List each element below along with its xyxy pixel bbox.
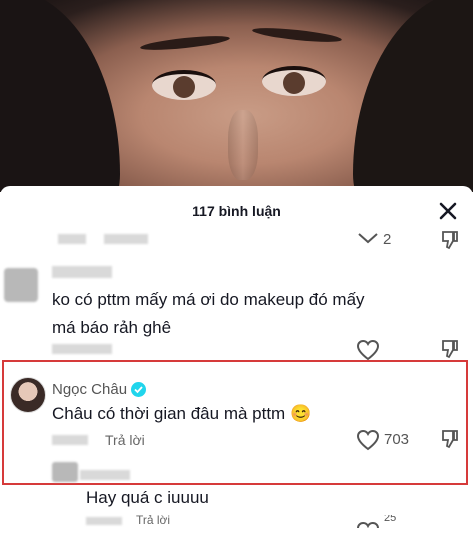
like-count: 2 — [383, 231, 392, 248]
video-nose — [228, 110, 258, 180]
like-count: 25 — [384, 515, 397, 521]
heart-icon — [356, 429, 380, 451]
like-button[interactable] — [356, 515, 380, 533]
dislike-button[interactable] — [440, 230, 460, 255]
dislike-icon — [442, 340, 458, 359]
avatar[interactable] — [10, 377, 46, 413]
close-button[interactable] — [435, 198, 461, 224]
close-icon — [439, 202, 457, 220]
video-eye-right — [262, 66, 326, 96]
verified-badge-icon — [131, 382, 146, 397]
blurred-text — [58, 234, 86, 244]
video-hair-left — [0, 0, 120, 192]
video-frame[interactable] — [0, 0, 473, 192]
comment-text: ko có pttm mấy má ơi do makeup đó mấy má… — [52, 290, 365, 337]
reply-button[interactable]: Trả lời — [105, 432, 145, 448]
video-brow-right — [251, 25, 343, 45]
heart-icon — [356, 339, 380, 361]
comment-text: Hay quá c iuuuu — [86, 488, 209, 507]
blurred-text — [52, 344, 112, 354]
comment-text: Châu có thời gian đâu mà pttm 😊 — [52, 404, 312, 423]
reply-button[interactable]: Trả lời — [136, 513, 170, 527]
like-count: 703 — [384, 431, 410, 448]
video-brow-left — [139, 33, 231, 53]
dislike-icon — [442, 231, 458, 250]
like-button[interactable] — [356, 429, 380, 456]
blurred-timestamp — [52, 435, 88, 445]
blurred-text — [104, 234, 148, 244]
avatar[interactable] — [52, 462, 78, 482]
blurred-username — [52, 266, 112, 278]
heart-icon — [357, 521, 379, 529]
comments-panel: 117 bình luận 2 ko có pttm mấy má ơi do … — [0, 186, 473, 529]
avatar[interactable] — [4, 268, 38, 302]
video-hair-right — [353, 0, 473, 192]
dislike-button[interactable] — [440, 429, 460, 454]
video-eye-left — [152, 70, 216, 100]
dislike-icon — [442, 430, 458, 449]
blurred-timestamp — [86, 517, 122, 525]
chevron-down-icon — [358, 233, 378, 244]
comments-header: 117 bình luận — [0, 186, 473, 236]
blurred-username — [80, 470, 130, 480]
collapse-button[interactable] — [356, 231, 380, 250]
comments-count-title: 117 bình luận — [192, 203, 281, 219]
comment-author[interactable]: Ngọc Châu — [52, 381, 127, 398]
